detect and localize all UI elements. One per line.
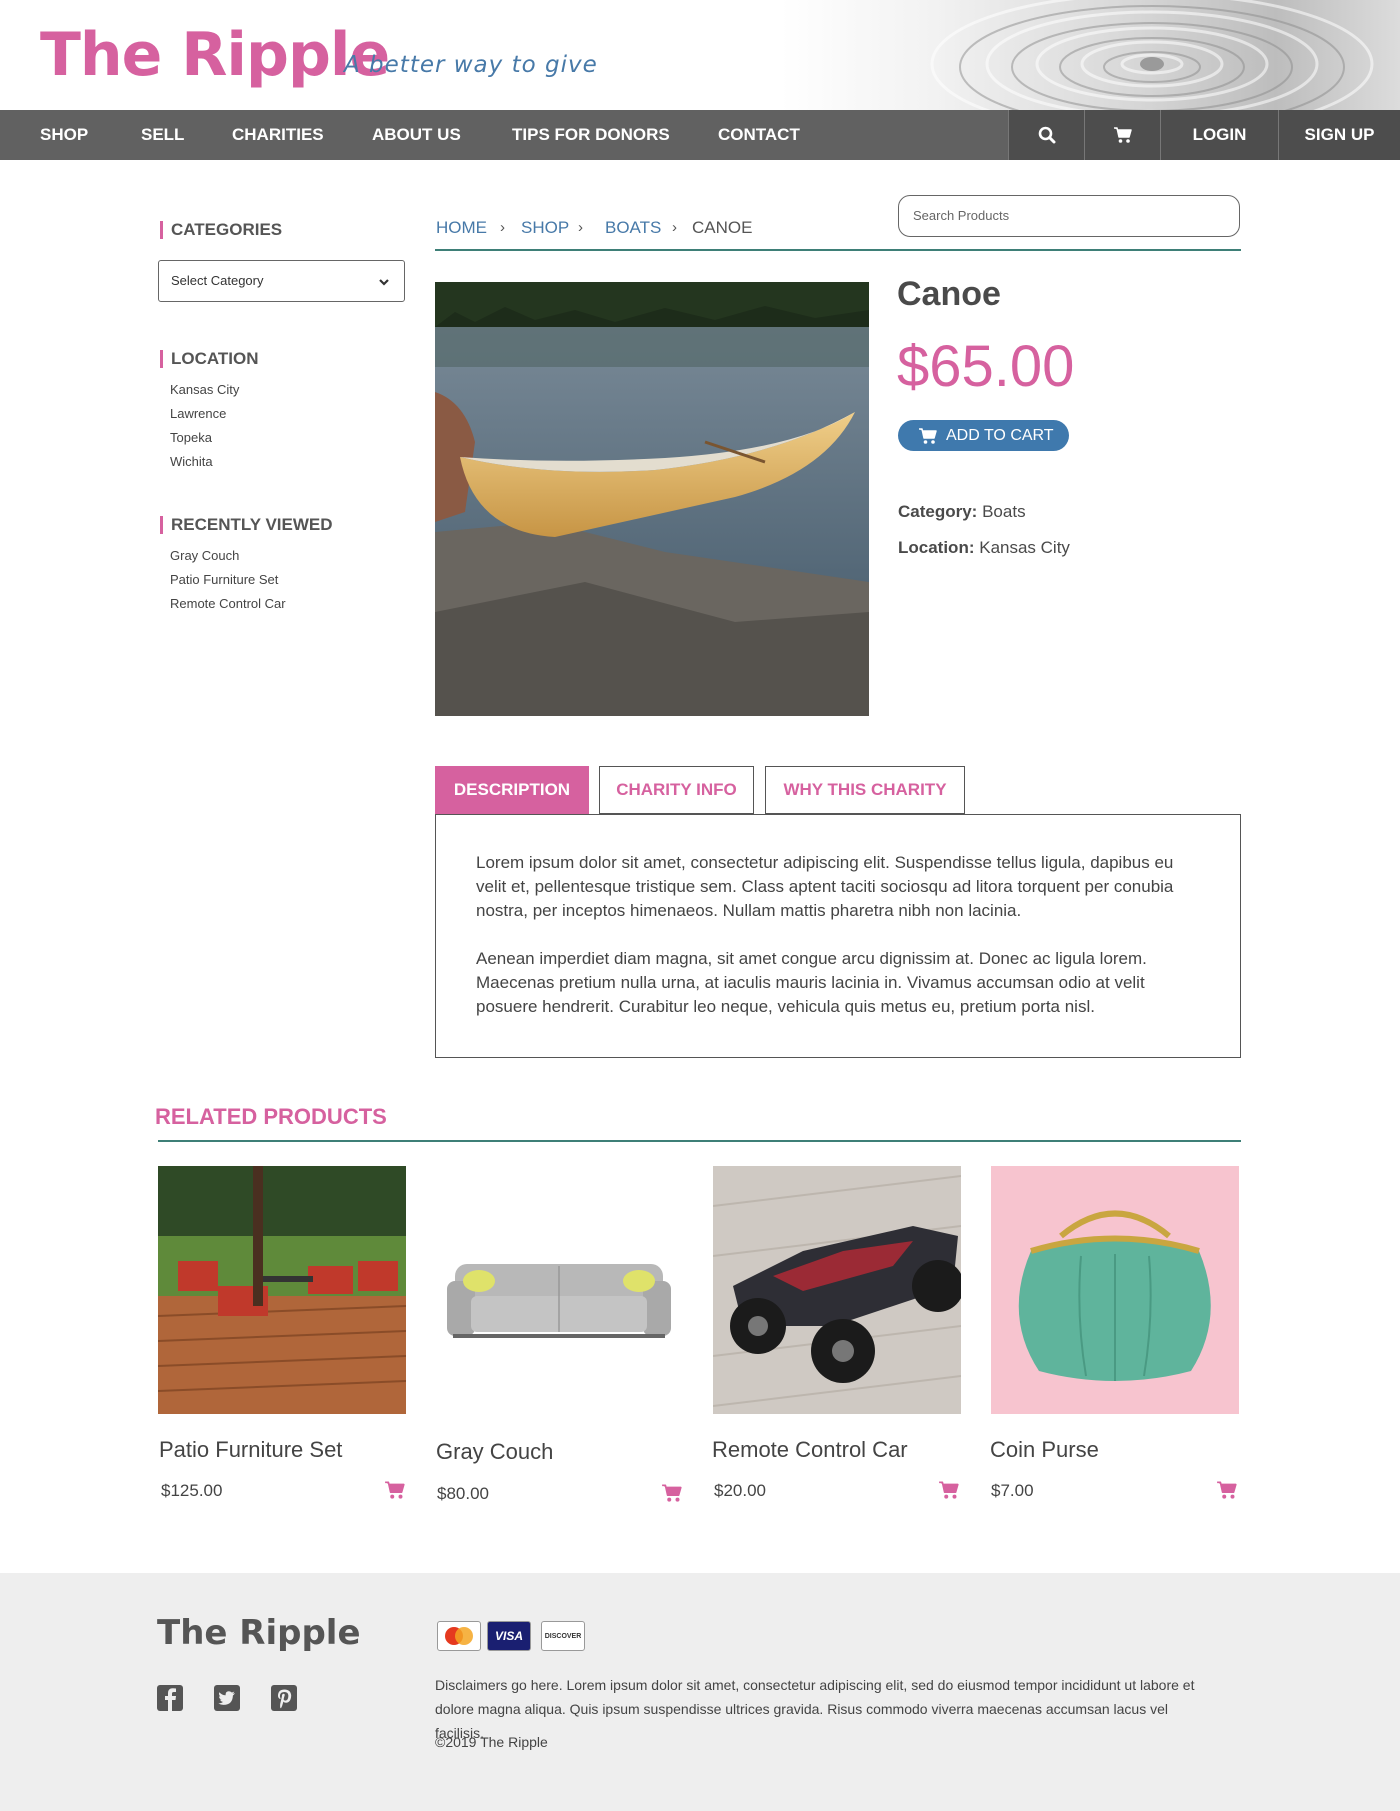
breadcrumb-shop[interactable]: SHOP: [521, 218, 569, 238]
location-heading: LOCATION: [160, 350, 259, 368]
tab-charity-info[interactable]: CHARITY INFO: [599, 766, 754, 814]
location-link-lawrence[interactable]: Lawrence: [170, 406, 226, 421]
location-label: Location:: [898, 538, 975, 557]
tab-description[interactable]: DESCRIPTION: [435, 766, 589, 814]
nav-charities[interactable]: CHARITIES: [232, 110, 324, 160]
related-product-name[interactable]: Coin Purse: [990, 1437, 1099, 1463]
twitter-icon[interactable]: [214, 1685, 240, 1711]
breadcrumb-boats[interactable]: BOATS: [605, 218, 661, 238]
related-product-name[interactable]: Remote Control Car: [712, 1437, 908, 1463]
site-footer: The Ripple VISA DISCOVER Disclaimers go …: [0, 1573, 1400, 1811]
product-location: Location: Kansas City: [898, 538, 1070, 558]
recent-link-patio-furniture-set[interactable]: Patio Furniture Set: [170, 572, 278, 587]
location-link-kansas-city[interactable]: Kansas City: [170, 382, 239, 397]
footer-disclaimer: Disclaimers go here. Lorem ipsum dolor s…: [435, 1677, 1195, 1741]
facebook-icon[interactable]: [157, 1685, 183, 1711]
category-value: Boats: [982, 502, 1026, 521]
product-title: Canoe: [897, 275, 1001, 313]
tab-why-this-charity[interactable]: WHY THIS CHARITY: [765, 766, 965, 814]
location-value: Kansas City: [979, 538, 1070, 557]
cart-icon: [1113, 127, 1132, 143]
related-products-heading: RELATED PRODUCTS: [155, 1104, 387, 1129]
category-label: Category:: [898, 502, 978, 521]
site-logo[interactable]: The Ripple: [40, 20, 390, 90]
related-product-price: $125.00: [161, 1481, 223, 1500]
cart-icon[interactable]: [661, 1483, 683, 1503]
product-category: Category: Boats: [898, 502, 1026, 522]
breadcrumb-separator: ›: [672, 219, 677, 236]
chevron-down-icon: [379, 279, 389, 286]
related-product-price: $7.00: [991, 1481, 1034, 1500]
related-product-name[interactable]: Gray Couch: [436, 1439, 553, 1465]
location-link-wichita[interactable]: Wichita: [170, 454, 213, 469]
category-select[interactable]: Select Category: [158, 260, 405, 302]
related-product-name[interactable]: Patio Furniture Set: [159, 1437, 342, 1463]
breadcrumb-separator: ›: [500, 219, 505, 236]
nav-sell[interactable]: SELL: [141, 110, 184, 160]
description-paragraph: Aenean imperdiet diam magna, sit amet co…: [476, 949, 1147, 1016]
related-product-image-patio[interactable]: [158, 1166, 406, 1414]
add-to-cart-label: ADD TO CART: [946, 426, 1054, 444]
nav-signup-button[interactable]: SIGN UP: [1278, 110, 1400, 160]
related-product-price: $20.00: [714, 1481, 766, 1500]
visa-icon: VISA: [487, 1621, 531, 1651]
recent-link-gray-couch[interactable]: Gray Couch: [170, 548, 239, 563]
product-price: $65.00: [897, 334, 1075, 399]
categories-heading: CATEGORIES: [160, 221, 282, 239]
breadcrumb-separator: ›: [578, 219, 583, 236]
mastercard-icon: [437, 1621, 481, 1651]
related-divider: [158, 1140, 1241, 1142]
breadcrumb-home[interactable]: HOME: [436, 218, 487, 238]
cart-icon: [919, 427, 937, 444]
nav-shop[interactable]: SHOP: [40, 110, 88, 160]
footer-logo[interactable]: The Ripple: [157, 1613, 361, 1653]
footer-copyright: ©2019 The Ripple: [435, 1734, 548, 1750]
pinterest-icon[interactable]: [271, 1685, 297, 1711]
visa-label: VISA: [494, 1629, 523, 1643]
nav-contact[interactable]: CONTACT: [718, 110, 800, 160]
description-panel: Lorem ipsum dolor sit amet, consectetur …: [435, 814, 1241, 1058]
nav-about-us[interactable]: ABOUT US: [372, 110, 461, 160]
breadcrumb-current: CANOE: [692, 218, 753, 237]
recently-viewed-heading: RECENTLY VIEWED: [160, 516, 333, 534]
breadcrumb-divider: [435, 249, 1241, 251]
product-image: [435, 282, 869, 716]
ripple-banner-image: [780, 0, 1400, 110]
recent-link-remote-control-car[interactable]: Remote Control Car: [170, 596, 286, 611]
main-nav: SHOP SELL CHARITIES ABOUT US TIPS FOR DO…: [0, 110, 1400, 160]
add-to-cart-button[interactable]: ADD TO CART: [898, 420, 1069, 451]
category-select-value: Select Category: [171, 273, 264, 288]
discover-label: DISCOVER: [544, 1632, 582, 1640]
related-product-price: $80.00: [437, 1484, 489, 1503]
related-product-image-couch[interactable]: [435, 1166, 683, 1414]
cart-icon[interactable]: [384, 1480, 406, 1500]
site-header: The Ripple A better way to give: [0, 0, 1400, 110]
discover-icon: DISCOVER: [541, 1621, 585, 1651]
nav-cart-button[interactable]: [1084, 110, 1160, 160]
location-link-topeka[interactable]: Topeka: [170, 430, 212, 445]
search-icon: [1038, 126, 1055, 144]
site-tagline: A better way to give: [344, 52, 598, 78]
related-product-image-coin-purse[interactable]: [991, 1166, 1239, 1414]
cart-icon[interactable]: [1216, 1480, 1238, 1500]
search-input[interactable]: Search Products: [898, 195, 1240, 237]
related-product-image-rc-car[interactable]: [713, 1166, 961, 1414]
nav-login-button[interactable]: LOGIN: [1160, 110, 1278, 160]
description-paragraph: Lorem ipsum dolor sit amet, consectetur …: [476, 853, 1174, 920]
cart-icon[interactable]: [938, 1480, 960, 1500]
nav-search-button[interactable]: [1008, 110, 1084, 160]
nav-tips-for-donors[interactable]: TIPS FOR DONORS: [512, 110, 670, 160]
